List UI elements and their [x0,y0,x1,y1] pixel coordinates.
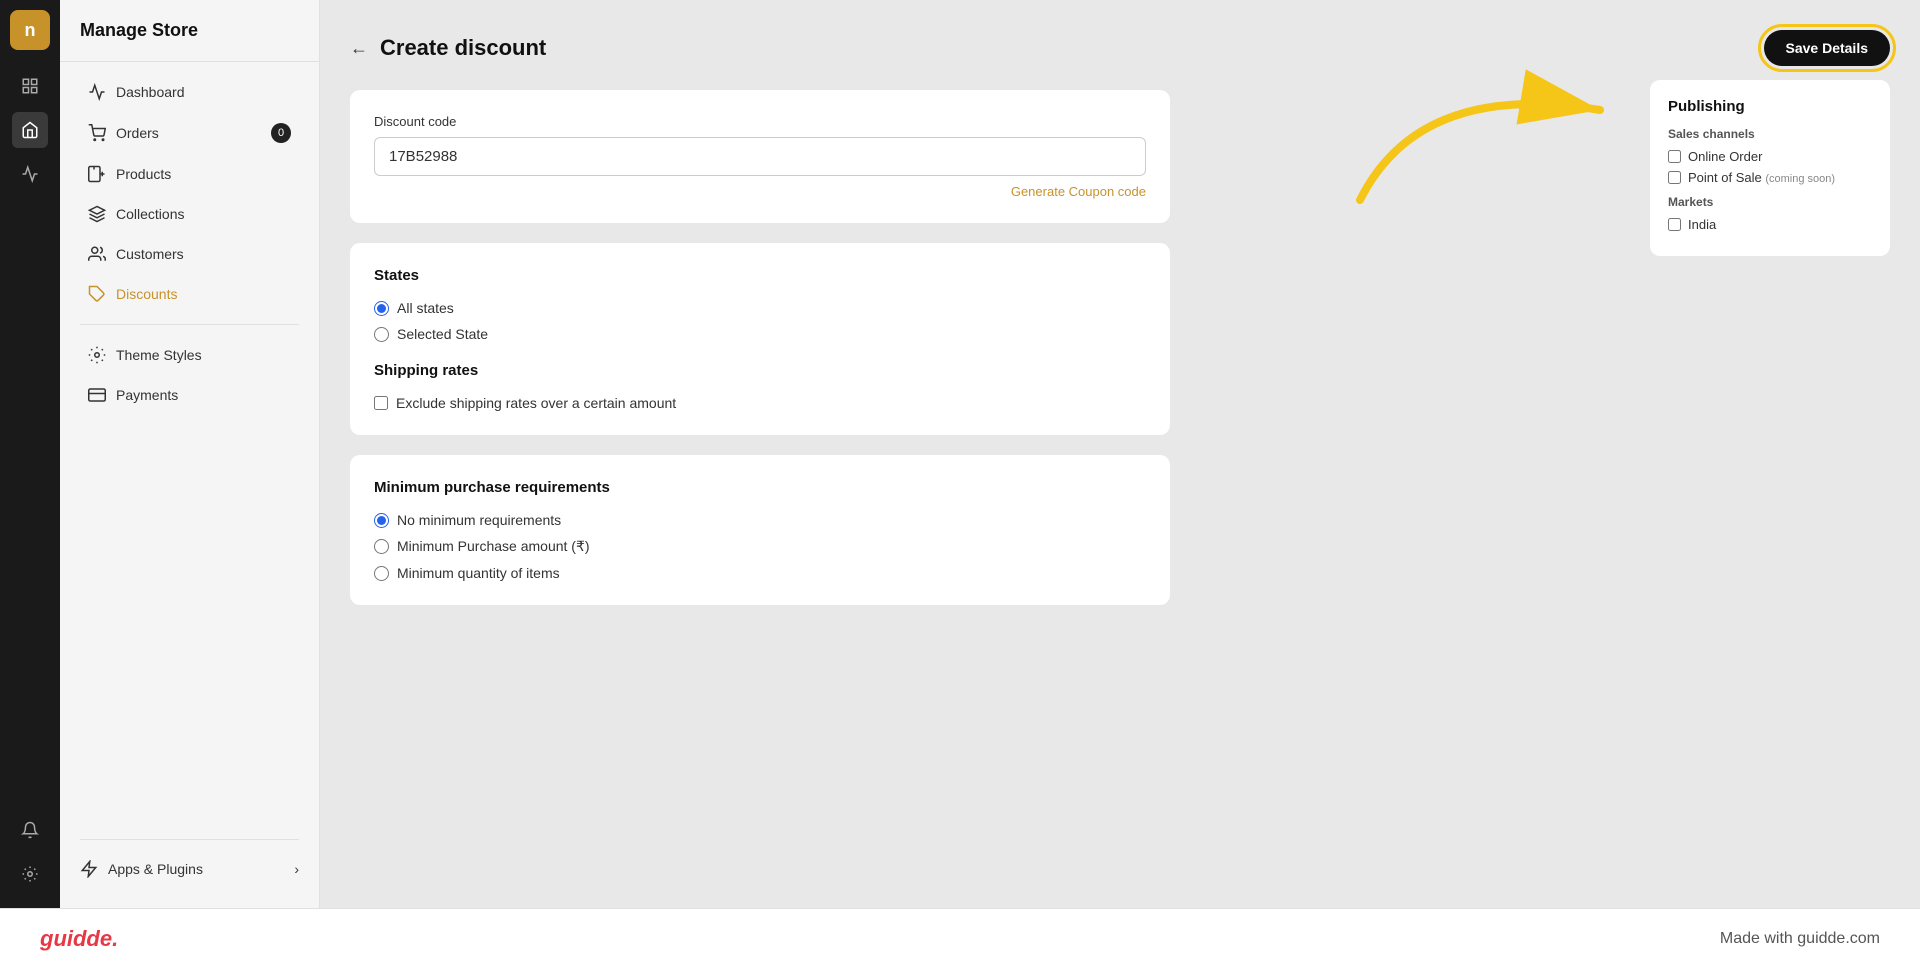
min-amount-radio[interactable] [374,539,389,554]
page-header: ← Create discount Save Details [350,30,1890,66]
online-order-item[interactable]: Online Order [1668,149,1872,164]
nav-item-payments[interactable]: Payments [68,376,311,414]
footer-credit: Made with guidde.com [1720,930,1880,948]
markets-label: Markets [1668,195,1872,209]
shipping-checkbox-item[interactable]: Exclude shipping rates over a certain am… [374,395,1146,411]
online-order-checkbox[interactable] [1668,150,1681,163]
footer-logo: guidde. [40,926,118,952]
nav-divider [80,324,299,325]
customers-icon [88,245,106,263]
selected-state-radio[interactable] [374,327,389,342]
no-min-radio[interactable] [374,513,389,528]
min-amount-item[interactable]: Minimum Purchase amount (₹) [374,538,1146,555]
nav-item-discounts[interactable]: Discounts [68,275,311,313]
pos-checkbox[interactable] [1668,171,1681,184]
all-states-label: All states [397,300,454,316]
nav-item-products[interactable]: Products [68,155,311,193]
india-label: India [1688,217,1716,232]
shipping-title: Shipping rates [374,362,1146,379]
nav-label-orders: Orders [116,125,159,141]
min-qty-label: Minimum quantity of items [397,565,560,581]
sales-channels-label: Sales channels [1668,127,1872,141]
publishing-panel: Publishing Sales channels Online Order P… [1650,80,1890,256]
left-navigation: Manage Store Dashboard Orders 0 Products… [60,0,320,908]
shipping-checkbox[interactable] [374,396,388,410]
nav-item-orders[interactable]: Orders 0 [68,113,311,153]
nav-item-theme-styles[interactable]: Theme Styles [68,336,311,374]
online-order-label: Online Order [1688,149,1762,164]
no-min-item[interactable]: No minimum requirements [374,512,1146,528]
states-title: States [374,267,1146,284]
nav-label-discounts: Discounts [116,286,177,302]
pos-item[interactable]: Point of Sale (coming soon) [1668,170,1872,185]
shipping-checkbox-label: Exclude shipping rates over a certain am… [396,395,676,411]
chart-icon [88,83,106,101]
icon-sidebar: n [0,0,60,908]
products-icon [88,165,106,183]
states-card: States All states Selected State Shippin… [350,243,1170,435]
nav-item-customers[interactable]: Customers [68,235,311,273]
theme-icon [88,346,106,364]
discount-code-input[interactable] [374,137,1146,176]
india-checkbox[interactable] [1668,218,1681,231]
min-purchase-radio-group: No minimum requirements Minimum Purchase… [374,512,1146,581]
nav-label-collections: Collections [116,206,184,222]
orders-icon [88,124,106,142]
footer: guidde. Made with guidde.com [0,908,1920,968]
nav-divider-2 [80,839,299,840]
icon-nav-analytics[interactable] [12,156,48,192]
selected-state-label: Selected State [397,326,488,342]
page-title-area: ← Create discount [350,35,546,61]
nav-item-dashboard[interactable]: Dashboard [68,73,311,111]
generate-coupon-link[interactable]: Generate Coupon code [374,184,1146,199]
nav-label-customers: Customers [116,246,184,262]
nav-apps-plugins[interactable]: Apps & Plugins › [60,850,319,888]
discounts-icon [88,285,106,303]
icon-nav-bell[interactable] [12,812,48,848]
apps-label: Apps & Plugins [108,861,203,877]
nav-item-collections[interactable]: Collections [68,195,311,233]
page-title: Create discount [380,35,546,61]
nav-label-payments: Payments [116,387,178,403]
min-qty-radio[interactable] [374,566,389,581]
content-area: Discount code Generate Coupon code State… [350,90,1170,605]
no-min-label: No minimum requirements [397,512,561,528]
india-market-item[interactable]: India [1668,217,1872,232]
publishing-card: Publishing Sales channels Online Order P… [1650,80,1890,256]
icon-nav-settings[interactable] [12,856,48,892]
min-amount-label: Minimum Purchase amount (₹) [397,538,590,555]
orders-badge: 0 [271,123,291,143]
nav-label-dashboard: Dashboard [116,84,185,100]
states-selected-state[interactable]: Selected State [374,326,1146,342]
apps-arrow: › [294,861,299,877]
min-qty-item[interactable]: Minimum quantity of items [374,565,1146,581]
apps-icon [80,860,98,878]
publishing-title: Publishing [1668,98,1872,115]
back-button[interactable]: ← [350,38,368,59]
states-all-states[interactable]: All states [374,300,1146,316]
nav-label-products: Products [116,166,171,182]
icon-nav-store[interactable] [12,68,48,104]
store-title: Manage Store [60,20,319,62]
pos-label: Point of Sale (coming soon) [1688,170,1835,185]
all-states-radio[interactable] [374,301,389,316]
collections-icon [88,205,106,223]
nav-label-theme-styles: Theme Styles [116,347,202,363]
states-radio-group: All states Selected State [374,300,1146,342]
save-details-button[interactable]: Save Details [1764,30,1891,66]
coming-soon-label: (coming soon) [1765,173,1835,185]
min-purchase-title: Minimum purchase requirements [374,479,1146,496]
min-purchase-card: Minimum purchase requirements No minimum… [350,455,1170,605]
main-content: ← Create discount Save Details Discount … [320,0,1920,908]
app-logo: n [10,10,50,50]
discount-code-card: Discount code Generate Coupon code [350,90,1170,223]
icon-nav-shop[interactable] [12,112,48,148]
payments-icon [88,386,106,404]
discount-code-label: Discount code [374,114,1146,129]
